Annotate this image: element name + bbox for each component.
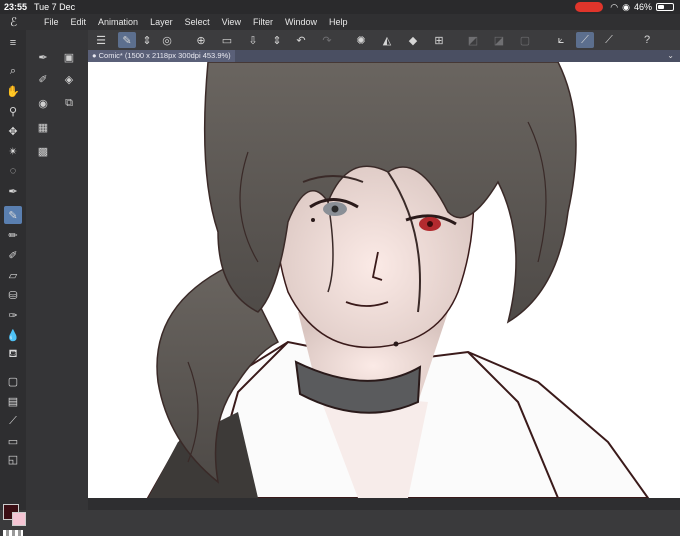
location-icon: ◉ xyxy=(622,2,630,12)
eyedropper-tool-icon[interactable]: ✒ xyxy=(4,182,22,200)
command-bar: ☰ ✎ ⇕ ◎ ⊕ ▭ ⇩ ⇕ ↶ ↷ ✺ ◭ ◆ ⊞ ◩ ◪ ▢ ⟀ ⟋ ⟋ … xyxy=(88,30,680,50)
menu-file[interactable]: File xyxy=(38,14,65,30)
subtool-pen-icon[interactable]: ✒ xyxy=(34,48,52,66)
zoom-tool-icon[interactable]: ⌕ xyxy=(4,62,22,80)
menu-window[interactable]: Window xyxy=(279,14,323,30)
fill-tool-icon[interactable]: ⛾ xyxy=(4,346,22,364)
menu-icon[interactable]: ☰ xyxy=(92,32,110,48)
palette-menu-icon[interactable]: ≡ xyxy=(4,34,22,52)
ruler-tool-icon[interactable]: ⟋ xyxy=(4,412,22,430)
stepper2-icon[interactable]: ⇕ xyxy=(268,32,286,48)
snap-grid-icon[interactable]: ⟋ xyxy=(600,32,618,48)
document-tab-dot-icon: ● xyxy=(92,51,99,60)
microphone-indicator-icon xyxy=(575,2,603,12)
subtool-layer-icon[interactable]: ▣ xyxy=(60,48,78,66)
sub-tool-palette: ✒ ▣ ✐ ◈ ◉ ⧉ ▦ ▩ xyxy=(26,30,88,510)
chevron-down-icon[interactable]: ⌄ xyxy=(667,50,674,62)
stepper-icon[interactable]: ⇕ xyxy=(138,32,156,48)
undo-icon[interactable]: ↶ xyxy=(292,32,310,48)
wifi-icon: ◠ xyxy=(610,2,619,12)
app-logo-icon[interactable]: ℰ xyxy=(10,14,17,30)
subtool-navigator-icon[interactable]: ▦ xyxy=(34,118,52,136)
snap-special-ruler-icon[interactable]: ⟋ xyxy=(576,32,594,48)
pen-tool-icon[interactable]: ✎ xyxy=(4,206,22,224)
loading-icon[interactable]: ✺ xyxy=(352,32,370,48)
decoration-tool-icon[interactable]: ✑ xyxy=(4,306,22,324)
clock-date: Tue 7 Dec xyxy=(34,2,76,12)
menu-select[interactable]: Select xyxy=(179,14,216,30)
drawing-canvas[interactable] xyxy=(88,62,680,498)
document-tab[interactable]: ● Comic* (1500 x 2118px 300dpi 453.9%) xyxy=(88,50,235,62)
illustration-artwork xyxy=(146,62,650,498)
lasso-tool-icon[interactable]: ◌ xyxy=(4,162,22,180)
hand-tool-icon[interactable]: ✋ xyxy=(4,82,22,100)
subtool-stack-icon[interactable]: ◈ xyxy=(60,70,78,88)
save-icon[interactable]: ⇩ xyxy=(244,32,262,48)
ipad-status-bar: 23:55 Tue 7 Dec ◠ ◉ 46% xyxy=(0,0,680,14)
subtool-grid-icon[interactable]: ▩ xyxy=(34,142,52,160)
subtool-marker-icon[interactable]: ✐ xyxy=(34,70,52,88)
copy-icon[interactable]: ◪ xyxy=(490,32,508,48)
status-icons: ◠ ◉ 46% xyxy=(610,0,674,14)
clear-icon[interactable]: ◭ xyxy=(378,32,396,48)
bottom-bar xyxy=(88,498,680,510)
battery-percent: 46% xyxy=(633,2,652,12)
frame-tool-icon[interactable]: ▭ xyxy=(4,432,22,450)
airbrush-tool-icon[interactable]: ⛁ xyxy=(4,286,22,304)
operation-tool-icon[interactable]: ⚲ xyxy=(4,102,22,120)
menu-view[interactable]: View xyxy=(216,14,247,30)
menu-help[interactable]: Help xyxy=(323,14,354,30)
menu-animation[interactable]: Animation xyxy=(92,14,144,30)
clock-time: 23:55 xyxy=(4,2,28,12)
subtool-layers-icon[interactable]: ⧉ xyxy=(60,94,78,112)
new-file-icon[interactable]: ⊕ xyxy=(192,32,210,48)
transparent-color-swatch[interactable] xyxy=(3,530,23,536)
open-folder-icon[interactable]: ▭ xyxy=(218,32,236,48)
figure-tool-icon[interactable]: ▢ xyxy=(4,372,22,390)
redo-icon[interactable]: ↷ xyxy=(318,32,336,48)
blend-tool-icon[interactable]: 💧 xyxy=(4,326,22,344)
pencil-tool-icon[interactable]: ✏ xyxy=(4,226,22,244)
canvas-tab-strip: ● Comic* (1500 x 2118px 300dpi 453.9%) ⌄ xyxy=(88,50,680,62)
menu-filter[interactable]: Filter xyxy=(247,14,279,30)
sub-color-swatch[interactable] xyxy=(12,512,26,526)
cut-icon[interactable]: ◩ xyxy=(464,32,482,48)
fill-icon[interactable]: ◆ xyxy=(404,32,422,48)
document-tab-label: Comic* (1500 x 2118px 300dpi 453.9%) xyxy=(98,51,231,60)
edit-mode-icon[interactable]: ✎ xyxy=(118,32,136,48)
battery-icon xyxy=(656,3,674,11)
reference-icon[interactable]: ◎ xyxy=(158,32,176,48)
menu-layer[interactable]: Layer xyxy=(144,14,179,30)
snap-ruler-icon[interactable]: ⟀ xyxy=(552,32,570,48)
menu-bar: ℰ File Edit Animation Layer Select View … xyxy=(0,14,680,30)
move-tool-icon[interactable]: ✥ xyxy=(4,122,22,140)
tool-palette: ≡ ⌕ ✋ ⚲ ✥ ✴ ◌ ✒ ✎ ✏ ✐ ▱ ⛁ ✑ 💧 ⛾ ▢ ▤ ⟋ ▭ … xyxy=(0,30,26,536)
brush-tool-icon[interactable]: ✐ xyxy=(4,246,22,264)
text-tool-icon[interactable]: ◱ xyxy=(4,450,22,468)
deselect-icon[interactable]: ▢ xyxy=(516,32,534,48)
menu-edit[interactable]: Edit xyxy=(65,14,93,30)
eraser-tool-icon[interactable]: ▱ xyxy=(4,266,22,284)
help-icon[interactable]: ? xyxy=(638,32,656,48)
auto-select-tool-icon[interactable]: ✴ xyxy=(4,142,22,160)
transform-icon[interactable]: ⊞ xyxy=(430,32,448,48)
gradient-tool-icon[interactable]: ▤ xyxy=(4,392,22,410)
subtool-material-icon[interactable]: ◉ xyxy=(34,94,52,112)
